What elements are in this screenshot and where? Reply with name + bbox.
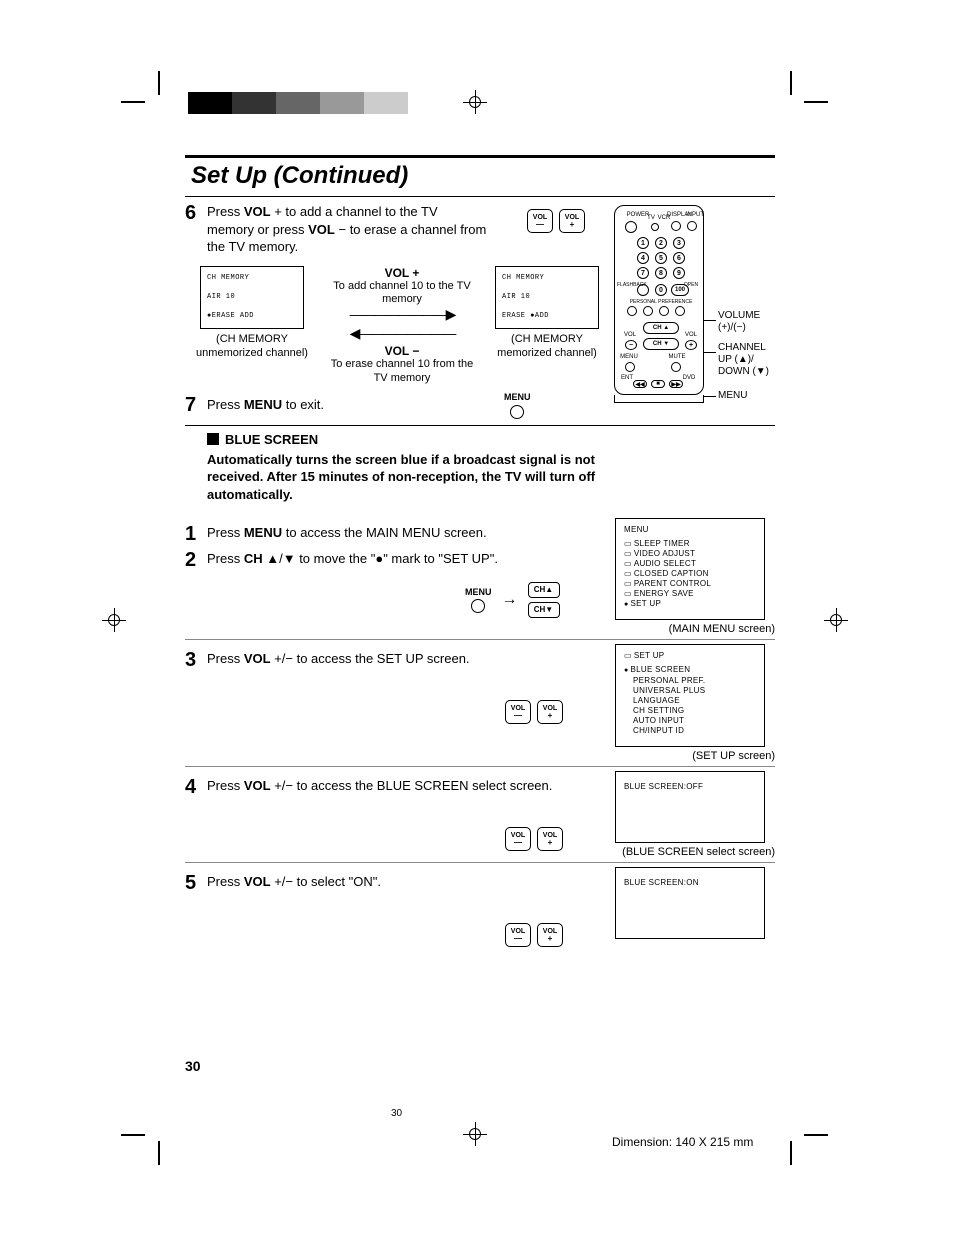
callout-volume: VOLUME(+)/(−) [718,310,760,334]
setup-caption: (SET UP screen) [615,750,775,762]
vol-buttons-step4: VOL— VOL+ [505,827,615,851]
page-title: Set Up (Continued) [191,162,408,189]
blue-screen-section: BLUE SCREEN Automatically turns the scre… [207,432,775,504]
ch-up-button: CH▲ [528,582,560,598]
dimension-note: Dimension: 140 X 215 mm [612,1135,753,1149]
step-3: 3 Press VOL +/− to access the SET UP scr… [185,650,615,670]
blue-screen-off-box: BLUE SCREEN:OFF [615,771,765,843]
callout-menu: MENU [718,390,747,402]
blue-screen-on-box: BLUE SCREEN:ON [615,867,765,939]
vol-minus-desc: To erase channel 10 from the TV memory [327,358,477,384]
setup-screen: SET UP BLUE SCREEN PERSONAL PREF. UNIVER… [615,644,765,747]
step-1-text: Press MENU to access the MAIN MENU scree… [207,524,615,542]
tv-right-caption: (CH MEMORYmemorized channel) [487,333,607,361]
step-6-number: 6 [185,203,207,223]
blue-screen-caption: (BLUE SCREEN select screen) [615,846,775,858]
tv-left-caption: (CH MEMORYunmemorized channel) [187,333,317,361]
step-4-text: Press VOL +/− to access the BLUE SCREEN … [207,777,615,795]
main-menu-caption: (MAIN MENU screen) [615,623,775,635]
step-7-number: 7 [185,395,207,415]
remote-control-diagram: POWER TV VCR DISPLAY INPUT 1 2 3 4 5 6 7… [614,205,704,395]
main-menu-screen: MENU SLEEP TIMER VIDEO ADJUST AUDIO SELE… [615,518,765,621]
vol-buttons-step5: VOL— VOL+ [505,923,615,947]
tv-screen-unmemorized: CH MEMORY AIR 10 ●ERASE ADD [200,266,304,330]
registration-greyscale-bar [188,92,452,114]
step-2: 2 Press CH ▲/▼ to move the "●" mark to "… [185,550,615,570]
step-3-text: Press VOL +/− to access the SET UP scree… [207,650,615,668]
vol-plus-button: VOL+ [537,700,563,724]
blue-screen-header: BLUE SCREEN [225,432,318,447]
step-2-number: 2 [185,550,207,570]
remote-ch-button: CH ▲ [643,322,679,334]
step-6-text: Press VOL + to add a channel to the TV m… [207,203,487,256]
remote-menu-button [625,362,635,372]
menu-button-step2: MENU [465,587,492,613]
page-number-small: 30 [391,1108,402,1119]
step-1-number: 1 [185,524,207,544]
remote-ch-button: CH ▼ [643,338,679,350]
step-5-text: Press VOL +/− to select "ON". [207,873,615,891]
step-5: 5 Press VOL +/− to select "ON". [185,873,615,893]
arrow-right-icon: → [502,591,518,609]
ch-down-button: CH▼ [528,602,560,618]
step-4: 4 Press VOL +/− to access the BLUE SCREE… [185,777,615,797]
vol-minus-button: VOL— [505,827,531,851]
vol-plus-button: VOL+ [559,209,585,233]
tv-screen-memorized: CH MEMORY AIR 10 ERASE ●ADD [495,266,599,330]
circle-icon [510,405,524,419]
vol-plus-button: VOL+ [537,923,563,947]
step-3-number: 3 [185,650,207,670]
vol-buttons-step6: VOL— VOL+ [527,209,585,233]
step-2-text: Press CH ▲/▼ to move the "●" mark to "SE… [207,550,615,568]
vol-plus-desc: To add channel 10 to the TV memory [327,280,477,306]
vol-buttons-step3: VOL— VOL+ [505,700,615,724]
step-4-number: 4 [185,777,207,797]
vol-minus-button: VOL— [505,923,531,947]
arrow-left-icon: ◀———————— [350,325,455,342]
blue-screen-desc: Automatically turns the screen blue if a… [207,451,637,504]
callout-channel: CHANNELUP (▲)/DOWN (▼) [718,342,769,378]
step-1: 1 Press MENU to access the MAIN MENU scr… [185,524,615,544]
step-5-number: 5 [185,873,207,893]
vol-minus-button: VOL— [527,209,553,233]
arrow-right-icon: ————————▶ [350,306,455,323]
menu-button-step7: MENU [504,391,531,419]
square-bullet-icon [207,433,219,445]
page-title-box: Set Up (Continued) [185,155,775,197]
page-number-bold: 30 [185,1058,201,1074]
vol-plus-button: VOL+ [537,827,563,851]
vol-plus-label: VOL + [385,266,420,280]
step-7-text: Press MENU to exit. [207,396,324,414]
vol-minus-button: VOL— [505,700,531,724]
vol-minus-label: VOL − [385,344,420,358]
